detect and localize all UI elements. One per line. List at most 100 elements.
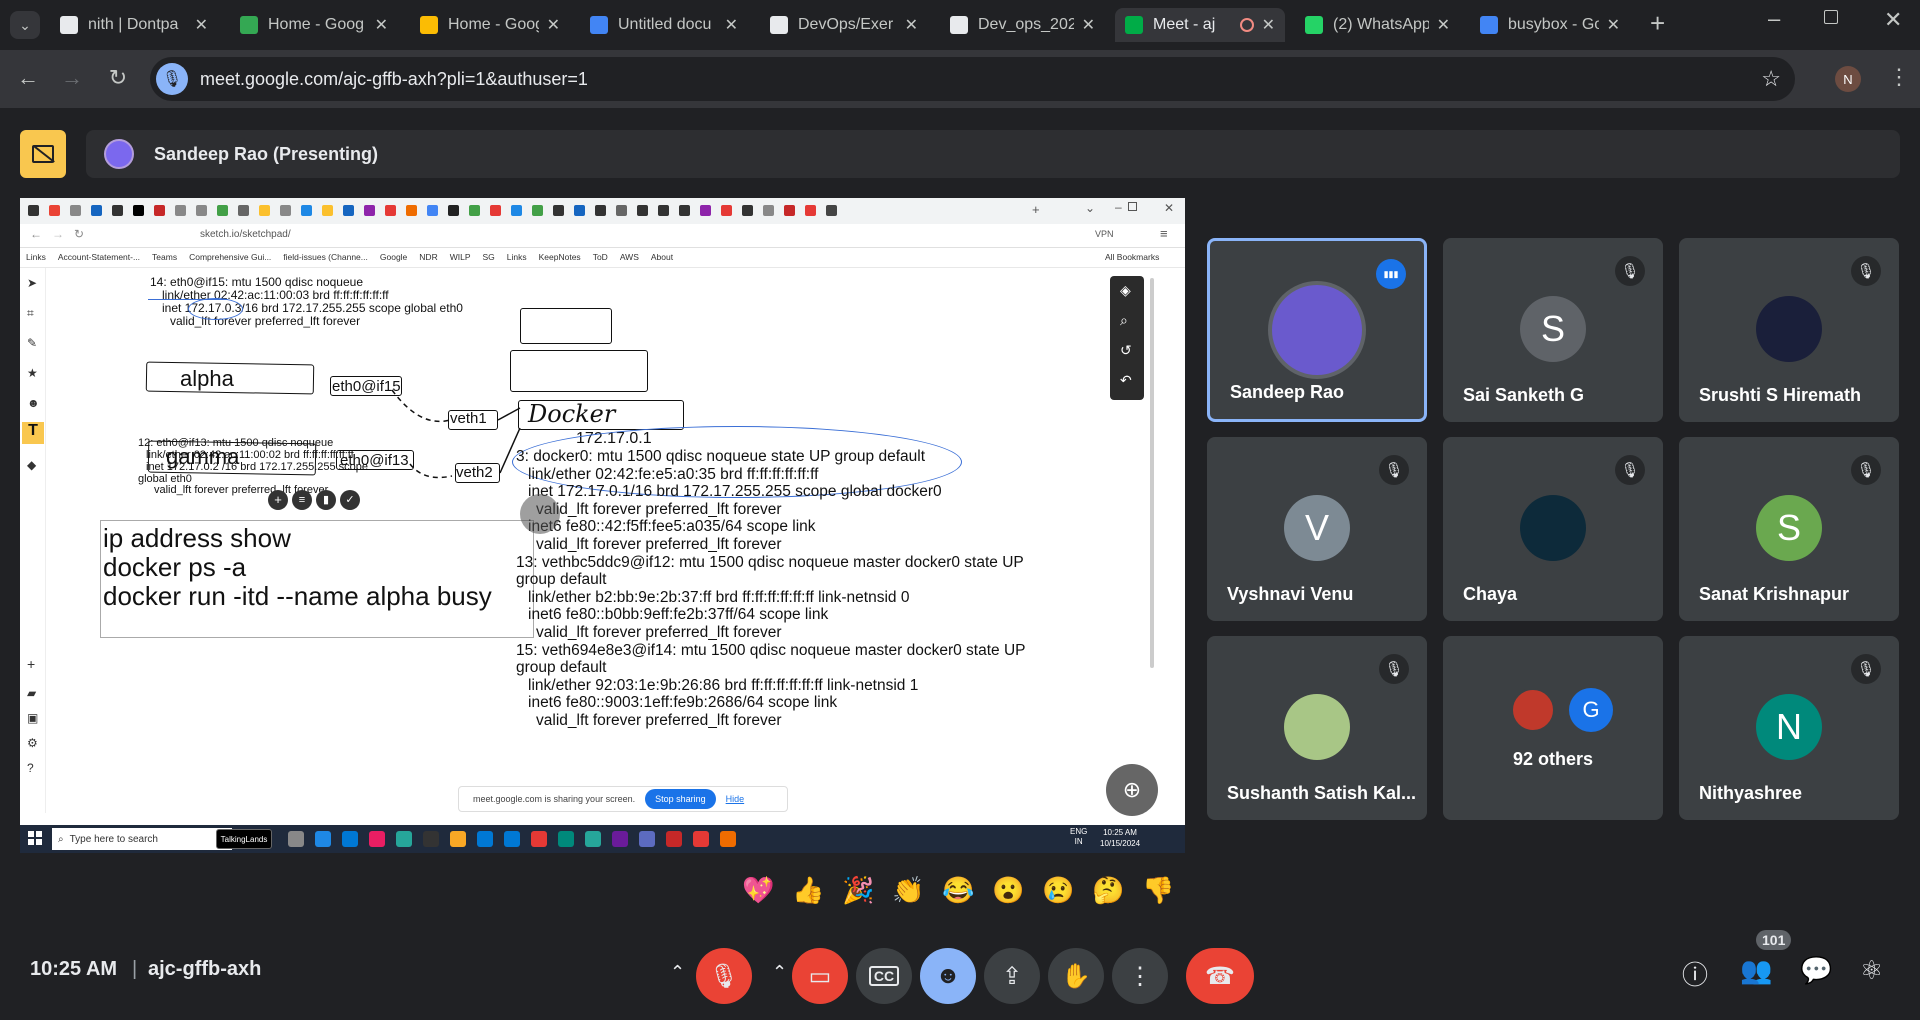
taskbar-app-icon[interactable] <box>342 831 358 847</box>
camera-options-button[interactable]: ⌃ <box>772 962 787 983</box>
close-window-button[interactable]: ✕ <box>1884 7 1902 33</box>
present-button[interactable]: ⇪ <box>984 948 1040 1004</box>
reaction-emoji[interactable]: 👍 <box>792 875 824 906</box>
reaction-emoji[interactable]: 👏 <box>892 875 924 906</box>
presentation-layout-icon[interactable] <box>20 130 66 178</box>
activities-button[interactable]: ⚛ <box>1860 955 1883 986</box>
scrollbar[interactable] <box>1150 278 1154 668</box>
more-options-button[interactable]: ⋮ <box>1112 948 1168 1004</box>
taskbar-app-icon[interactable] <box>666 831 682 847</box>
star-icon[interactable]: ☆ <box>1761 66 1781 92</box>
participant-tile[interactable]: Sandeep Rao ▮▮▮ <box>1207 238 1427 422</box>
reaction-emoji[interactable]: 😂 <box>942 875 974 906</box>
meeting-details-button[interactable]: ⓘ <box>1682 955 1708 992</box>
taskbar-app-icon[interactable] <box>531 831 547 847</box>
menu-kebab-icon[interactable]: ⋮ <box>1888 64 1910 90</box>
reaction-emoji[interactable]: 👎 <box>1142 875 1174 906</box>
reload-button[interactable]: ↻ <box>104 65 132 91</box>
close-tab-icon[interactable]: ✕ <box>375 15 388 35</box>
omnibox[interactable]: 🎙 meet.google.com/ajc-gffb-axh?pli=1&aut… <box>150 57 1795 101</box>
taskbar-app-icon[interactable] <box>612 831 628 847</box>
people-button[interactable]: 👥 <box>1740 955 1772 986</box>
layers-icon[interactable]: ≡ <box>292 490 312 510</box>
close-tab-icon[interactable]: ✕ <box>1262 15 1275 35</box>
participant-tile[interactable]: G 92 others <box>1443 636 1663 820</box>
talkinglands-button[interactable]: TalkingLands <box>216 829 272 849</box>
hand-icon: ✋ <box>1061 962 1091 990</box>
command-line-3: docker run -itd --name alpha busy <box>103 581 492 611</box>
taskbar-search[interactable]: ⌕ Type here to search <box>52 828 232 850</box>
browser-tab[interactable]: busybox - Go ✕ <box>1470 8 1630 42</box>
close-tab-icon[interactable]: ✕ <box>905 15 918 35</box>
close-tab-icon[interactable]: ✕ <box>1607 15 1620 35</box>
url-text[interactable]: meet.google.com/ajc-gffb-axh?pli=1&authu… <box>200 69 588 90</box>
back-button[interactable]: ← <box>14 65 42 91</box>
reaction-emoji[interactable]: 🎉 <box>842 875 874 906</box>
close-tab-icon[interactable]: ✕ <box>1082 15 1095 35</box>
mic-toggle-button[interactable]: 🎙 <box>696 948 752 1004</box>
minimize-button[interactable]: – <box>1768 6 1780 32</box>
commands-textbox[interactable]: ip address show docker ps -a docker run … <box>100 520 534 638</box>
participant-tile[interactable]: V Vyshnavi Venu 🎙 <box>1207 437 1427 621</box>
taskbar-app-icon[interactable] <box>477 831 493 847</box>
microphone-icon[interactable]: 🎙 <box>156 63 188 95</box>
taskbar-app-icon[interactable] <box>288 831 304 847</box>
taskbar-app-icon[interactable] <box>450 831 466 847</box>
forward-button[interactable]: → <box>58 65 86 91</box>
hide-link[interactable]: Hide <box>726 794 745 804</box>
taskbar-app-icon[interactable] <box>720 831 736 847</box>
restore-button[interactable] <box>1824 10 1838 24</box>
stop-sharing-button[interactable]: Stop sharing <box>645 789 716 809</box>
add-icon[interactable]: + <box>268 490 288 510</box>
taskbar-app-icon[interactable] <box>423 831 439 847</box>
participant-tile[interactable]: Sushanth Satish Kal... 🎙 <box>1207 636 1427 820</box>
participant-tile[interactable]: N Nithyashree 🎙 <box>1679 636 1899 820</box>
language-indicator[interactable]: ENG IN <box>1070 827 1087 847</box>
taskbar-app-icon[interactable] <box>396 831 412 847</box>
zoom-in-button[interactable]: ⊕ <box>1106 764 1158 816</box>
browser-tab-bar: ⌄ nith | Dontpa ✕ Home - Goog ✕ Home - Goog ✕… <box>0 0 1920 50</box>
reaction-emoji[interactable]: 😢 <box>1042 875 1074 906</box>
reactions-button[interactable]: ☻ <box>920 948 976 1004</box>
captions-button[interactable]: CC <box>856 948 912 1004</box>
reaction-emoji[interactable]: 💖 <box>742 875 774 906</box>
close-tab-icon[interactable]: ✕ <box>725 15 738 35</box>
taskbar-app-icon[interactable] <box>639 831 655 847</box>
trash-icon[interactable]: ▮ <box>316 490 336 510</box>
participant-tile[interactable]: Chaya 🎙 <box>1443 437 1663 621</box>
close-tab-icon[interactable]: ✕ <box>195 15 208 35</box>
browser-tab[interactable]: Dev_ops_202 ✕ <box>940 8 1105 42</box>
taskbar-clock[interactable]: 10:25 AM 10/15/2024 <box>1100 827 1140 849</box>
profile-avatar[interactable]: N <box>1835 66 1861 92</box>
terminal-line: link/ether 02:42:fe:e5:a0:35 brd ff:ff:f… <box>528 465 819 483</box>
reaction-emoji[interactable]: 🤔 <box>1092 875 1124 906</box>
taskbar-app-icon[interactable] <box>504 831 520 847</box>
camera-toggle-button[interactable]: ▭ <box>792 948 848 1004</box>
raise-hand-button[interactable]: ✋ <box>1048 948 1104 1004</box>
mic-options-button[interactable]: ⌃ <box>670 962 685 983</box>
chat-button[interactable]: 💬 <box>1800 955 1832 986</box>
browser-tab[interactable]: Home - Goog ✕ <box>230 8 398 42</box>
browser-tab[interactable]: nith | Dontpa ✕ <box>50 8 218 42</box>
reaction-emoji[interactable]: 😮 <box>992 875 1024 906</box>
browser-tab[interactable]: DevOps/Exer ✕ <box>760 8 928 42</box>
close-tab-icon[interactable]: ✕ <box>547 15 560 35</box>
new-tab-button[interactable]: + <box>1650 8 1665 39</box>
browser-tab[interactable]: Untitled docu ✕ <box>580 8 748 42</box>
browser-tab[interactable]: (2) WhatsApp ✕ <box>1295 8 1460 42</box>
taskbar-app-icon[interactable] <box>369 831 385 847</box>
participant-tile[interactable]: S Sanat Krishnapur 🎙 <box>1679 437 1899 621</box>
browser-tab[interactable]: Meet - aj ✕ <box>1115 8 1285 42</box>
leave-call-button[interactable]: ☎ <box>1186 948 1254 1004</box>
participant-tile[interactable]: Srushti S Hiremath 🎙 <box>1679 238 1899 422</box>
tab-search-button[interactable]: ⌄ <box>10 11 40 39</box>
windows-start-icon[interactable] <box>28 831 42 845</box>
participant-tile[interactable]: S Sai Sanketh G 🎙 <box>1443 238 1663 422</box>
taskbar-app-icon[interactable] <box>693 831 709 847</box>
taskbar-app-icon[interactable] <box>315 831 331 847</box>
taskbar-app-icon[interactable] <box>585 831 601 847</box>
close-tab-icon[interactable]: ✕ <box>1437 15 1450 35</box>
check-icon[interactable]: ✓ <box>340 490 360 510</box>
taskbar-app-icon[interactable] <box>558 831 574 847</box>
browser-tab[interactable]: Home - Goog ✕ <box>410 8 570 42</box>
